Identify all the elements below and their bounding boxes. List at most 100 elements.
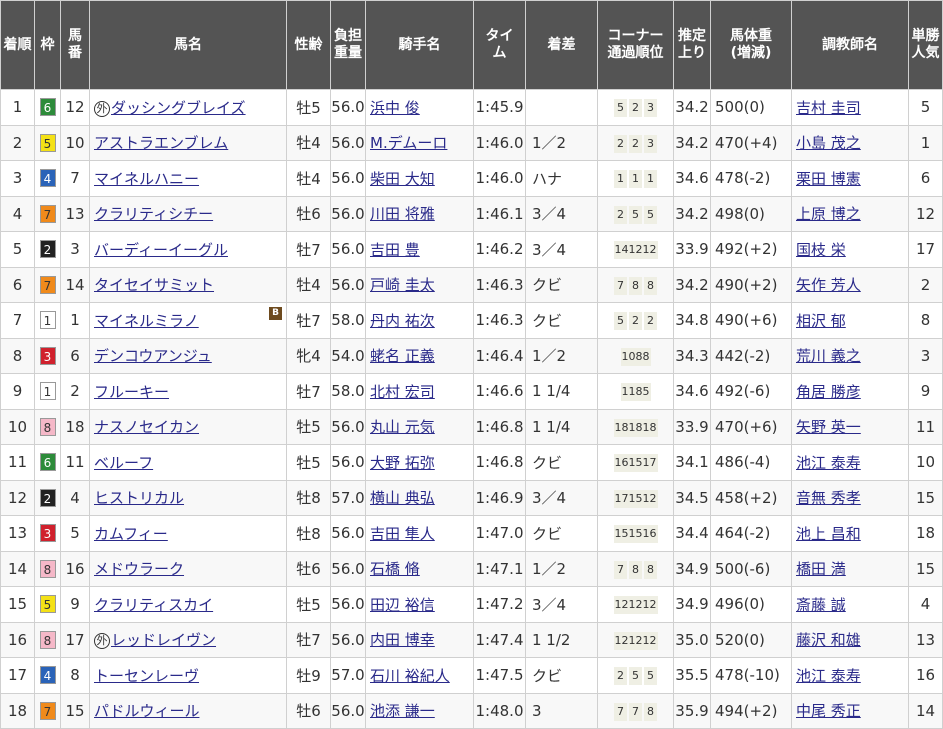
frame-badge: 2 — [39, 240, 56, 259]
trainer-link[interactable]: 音無 秀孝 — [796, 489, 861, 507]
jockey-link[interactable]: 蛯名 正義 — [370, 347, 435, 365]
corner-position: 8 — [644, 276, 657, 295]
margin: 1 1/2 — [525, 621, 598, 658]
trainer-link[interactable]: 上原 博之 — [796, 205, 861, 223]
horse-number: 11 — [60, 444, 90, 481]
jockey-link[interactable]: M.デムーロ — [370, 134, 447, 152]
trainer-link[interactable]: 池江 泰寿 — [796, 667, 861, 685]
horse-name-link[interactable]: ダッシングブレイズ — [111, 99, 246, 117]
corner-position: 16 — [614, 454, 629, 473]
header-rank: 着順 — [0, 0, 35, 90]
body-weight: 486(-4) — [710, 444, 792, 481]
header-row: 着順 枠 馬番 馬名 性齢 負担重量 騎手名 タイム 着差 コーナー通過順位 推… — [0, 0, 943, 90]
horse-number: 6 — [60, 337, 90, 374]
corner-position: 3 — [644, 99, 657, 118]
weight-carried: 54.0 — [330, 337, 366, 374]
horse-name-link[interactable]: タイセイサミット — [94, 276, 214, 294]
jockey-link[interactable]: 戸崎 圭太 — [370, 276, 435, 294]
corner-positions: 778 — [614, 702, 657, 721]
horse-name-link[interactable]: ヒストリカル — [94, 489, 184, 507]
margin: 1／2 — [525, 124, 598, 161]
jockey-link[interactable]: 北村 宏司 — [370, 383, 435, 401]
popularity: 18 — [908, 515, 943, 552]
frame-badge: 8 — [39, 559, 56, 578]
trainer-link[interactable]: 国枝 栄 — [796, 241, 846, 259]
last-3f: 34.6 — [673, 373, 711, 410]
trainer-link[interactable]: 吉村 圭司 — [796, 99, 861, 117]
jockey-link[interactable]: 柴田 大知 — [370, 170, 435, 188]
jockey-link[interactable]: 内田 博幸 — [370, 631, 435, 649]
jockey-link[interactable]: 田辺 裕信 — [370, 596, 435, 614]
horse-name-link[interactable]: メドウラーク — [94, 560, 184, 578]
trainer-link[interactable]: 矢作 芳人 — [796, 276, 861, 294]
horse-number: 5 — [60, 515, 90, 552]
horse-name-link[interactable]: ベルーフ — [94, 454, 153, 472]
table-row: 8 3 6 デンコウアンジュ 牝4 54.0 蛯名 正義 1:46.4 1／2 10 8 8 34.3 4… — [0, 337, 943, 374]
trainer-link[interactable]: 藤沢 和雄 — [796, 631, 861, 649]
trainer-link[interactable]: 矢野 英一 — [796, 418, 861, 436]
finish-time: 1:46.0 — [473, 124, 526, 161]
jockey-link[interactable]: 丸山 元気 — [370, 418, 435, 436]
horse-name-link[interactable]: ナスノセイカン — [94, 418, 199, 436]
jockey-link[interactable]: 吉田 隼人 — [370, 525, 435, 543]
rank: 10 — [0, 408, 35, 445]
body-weight: 500(-6) — [710, 550, 792, 587]
frame-badge: 2 — [39, 488, 56, 507]
margin: 1 1/4 — [525, 373, 598, 410]
trainer-link[interactable]: 池江 泰寿 — [796, 454, 861, 472]
jockey-link[interactable]: 大野 拓弥 — [370, 454, 435, 472]
trainer-link[interactable]: 池上 昌和 — [796, 525, 861, 543]
popularity: 5 — [908, 89, 943, 126]
margin: 1 1/4 — [525, 408, 598, 445]
horse-name-link[interactable]: パドルウィール — [94, 702, 199, 720]
trainer-link[interactable]: 橋田 満 — [796, 560, 846, 578]
horse-name-link[interactable]: マイネルミラノ — [94, 312, 199, 330]
trainer-link[interactable]: 中尾 秀正 — [796, 702, 861, 720]
horse-name-link[interactable]: デンコウアンジュ — [94, 347, 212, 365]
rank: 13 — [0, 515, 35, 552]
horse-name-link[interactable]: クラリティスカイ — [94, 596, 213, 614]
trainer-link[interactable]: 荒川 義之 — [796, 347, 861, 365]
jockey-link[interactable]: 丹内 祐次 — [370, 312, 435, 330]
rank: 17 — [0, 657, 35, 694]
horse-name-link[interactable]: バーディーイーグル — [94, 241, 228, 259]
jockey-link[interactable]: 石川 裕紀人 — [370, 667, 450, 685]
trainer-link[interactable]: 栗田 博憲 — [796, 170, 861, 188]
horse-name-link[interactable]: フルーキー — [94, 383, 169, 401]
corner-position: 8 — [629, 276, 642, 295]
trainer-link[interactable]: 斎藤 誠 — [796, 596, 846, 614]
trainer-link[interactable]: 相沢 郁 — [796, 312, 846, 330]
horse-name-link[interactable]: レッドレイヴン — [111, 631, 216, 649]
header-weight-carried: 負担重量 — [330, 0, 366, 90]
horse-name-link[interactable]: マイネルハニー — [94, 170, 199, 188]
horse-name-link[interactable]: クラリティシチー — [94, 205, 213, 223]
jockey-link[interactable]: 池添 謙一 — [370, 702, 435, 720]
popularity: 9 — [908, 373, 943, 410]
trainer-link[interactable]: 角居 勝彦 — [796, 383, 861, 401]
corner-positions: 18 18 18 — [613, 418, 658, 437]
header-time: タイム — [473, 0, 526, 90]
corner-positions: 17 15 12 — [613, 489, 658, 508]
result-rows: 1 6 12 外ダッシングブレイズ 牡5 56.0 浜中 俊 1:45.9 5 2 3 34.2 500… — [0, 89, 943, 729]
margin: クビ — [525, 444, 598, 481]
jockey-link[interactable]: 横山 典弘 — [370, 489, 435, 507]
horse-name-link[interactable]: カムフィー — [94, 525, 168, 543]
rank: 2 — [0, 124, 35, 161]
sex-age: 牡4 — [286, 160, 331, 197]
jockey-link[interactable]: 石橋 脩 — [370, 560, 420, 578]
finish-time: 1:46.8 — [473, 444, 526, 481]
last-3f: 35.9 — [673, 692, 711, 729]
jockey-link[interactable]: 浜中 俊 — [370, 99, 420, 117]
jockey-link[interactable]: 吉田 豊 — [370, 241, 420, 259]
corner-positions: 788 — [614, 560, 657, 579]
weight-carried: 56.0 — [330, 692, 366, 729]
horse-name-link[interactable]: トーセンレーヴ — [94, 667, 199, 685]
horse-name-link[interactable]: アストラエンブレム — [94, 134, 228, 152]
corner-position: 12 — [614, 596, 629, 615]
header-horse-name: 馬名 — [89, 0, 287, 90]
finish-time: 1:45.9 — [473, 89, 526, 126]
rank: 8 — [0, 337, 35, 374]
trainer-link[interactable]: 小島 茂之 — [796, 134, 861, 152]
jockey-link[interactable]: 川田 将雅 — [370, 205, 435, 223]
last-3f: 35.5 — [673, 657, 711, 694]
